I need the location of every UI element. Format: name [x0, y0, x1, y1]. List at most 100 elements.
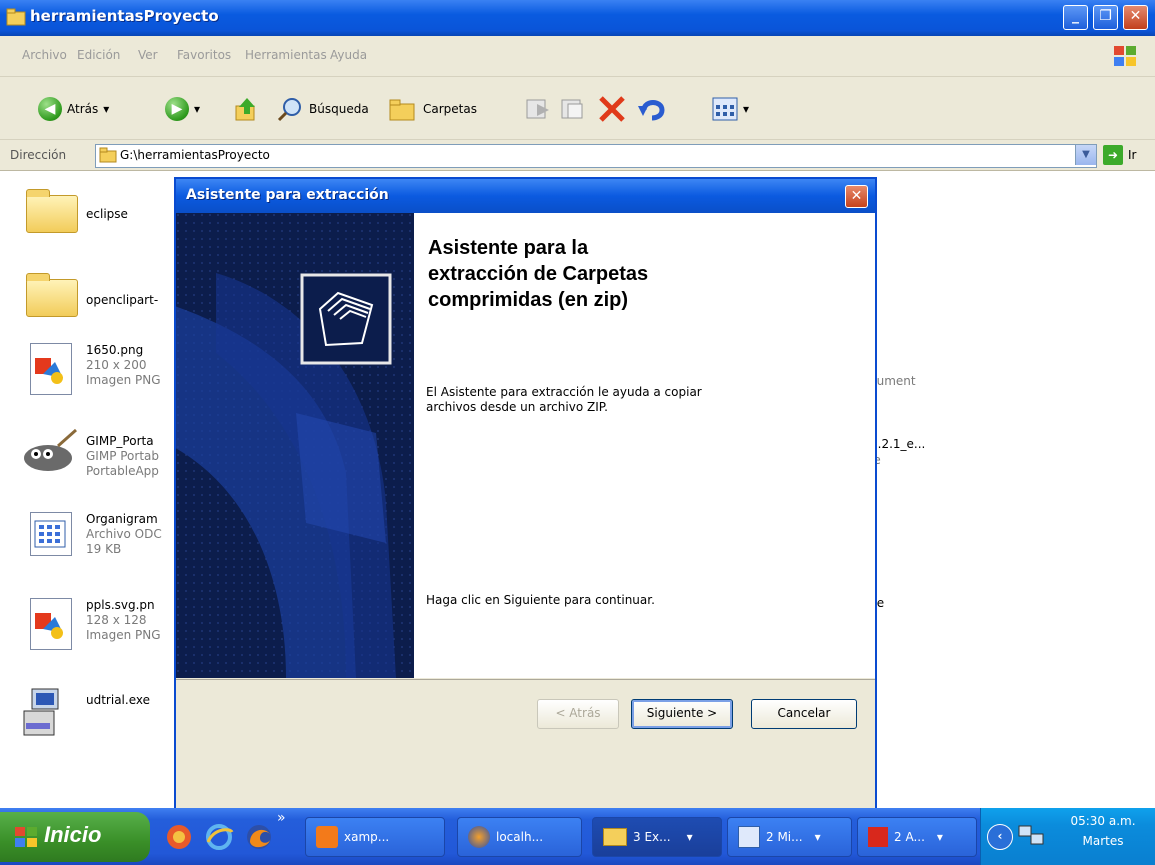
system-tray: ‹ 05:30 a.m. Martes [980, 808, 1155, 865]
address-input[interactable]: G:\herramientasProyecto ▼ [95, 144, 1097, 168]
file-dims: 210 x 200 [86, 358, 147, 372]
file-type: Imagen PNG [86, 628, 161, 642]
taskbar-item-label: 3 Ex... [633, 830, 671, 844]
dialog-title-bar[interactable]: Asistente para extracción ✕ [176, 179, 875, 213]
up-arrow-icon [235, 98, 255, 121]
start-label: Inicio [44, 822, 102, 847]
dialog-separator [176, 679, 875, 680]
clock-day: Martes [1082, 834, 1124, 848]
tray-expand-button[interactable]: ‹ [987, 824, 1013, 850]
menu-archivo[interactable]: Archivo [22, 48, 67, 62]
chevron-down-icon: ▾ [814, 830, 821, 844]
compressed-folder-icon [318, 291, 374, 347]
internet-explorer-icon[interactable] [204, 822, 234, 852]
file-name: GIMP_Porta [86, 434, 154, 448]
menu-favoritos[interactable]: Favoritos [177, 48, 231, 62]
search-button[interactable]: Búsqueda [276, 95, 369, 123]
chevron-down-icon: ▾ [194, 102, 201, 116]
taskbar-item-localhost[interactable]: localh... [457, 817, 582, 857]
file-type: Archivo ODC [86, 527, 162, 541]
firefox-icon[interactable] [244, 822, 274, 852]
dialog-title: Asistente para extracción [186, 187, 389, 203]
back-button[interactable]: ◀ Atrás ▾ [38, 95, 109, 123]
cancel-button[interactable]: Cancelar [751, 699, 857, 729]
taskbar-item-label: localh... [496, 830, 544, 844]
gimp-icon [18, 426, 78, 482]
menu-edicion[interactable]: Edición [77, 48, 120, 62]
maximize-button[interactable]: ❐ [1093, 5, 1118, 30]
windows-logo-icon [15, 827, 37, 847]
file-name: openclipart- [86, 293, 159, 307]
image-file-icon [18, 596, 78, 652]
up-folder-button[interactable] [233, 95, 259, 123]
taskbar-item-apps[interactable]: 2 A... ▾ [857, 817, 977, 857]
search-icon [277, 98, 301, 122]
back-button[interactable]: < Atrás [537, 699, 619, 729]
file-name: ppls.svg.pn [86, 598, 155, 612]
window-title-bar[interactable]: herramientasProyecto _ ❐ ✕ [0, 0, 1155, 36]
delete-button[interactable] [597, 95, 627, 123]
minimize-button[interactable]: _ [1063, 5, 1088, 30]
next-button[interactable]: Siguiente > [631, 699, 733, 729]
taskbar-item-explorer[interactable]: 3 Ex... ▾ [592, 817, 722, 857]
back-arrow-icon: ◀ [38, 97, 62, 121]
partial-file-text: 2.2.1_e... [870, 437, 926, 451]
taskbar-item-label: 2 A... [894, 830, 925, 844]
xampp-icon [316, 826, 338, 848]
wizard-continue-text: Haga clic en Siguiente para continuar. [426, 593, 655, 607]
wizard-heading: Asistente para la extracción de Carpetas… [428, 237, 649, 311]
chevron-down-icon: ▾ [103, 102, 110, 116]
menu-bar: Archivo Edición Ver Favoritos Herramient… [0, 36, 1155, 77]
back-label: Atrás [67, 102, 99, 116]
document-icon [738, 826, 760, 848]
forward-button[interactable]: ▶ ▾ [165, 95, 200, 123]
folder-icon [18, 183, 78, 239]
network-icon[interactable] [1017, 822, 1045, 850]
toolbar: ◀ Atrás ▾ ▶ ▾ Búsqueda Carpetas ▾ [0, 77, 1155, 140]
folder-icon [6, 8, 26, 26]
wizard-description: El Asistente para extracción le ayuda a … [426, 385, 702, 414]
taskbar-item-label: 2 Mi... [766, 830, 803, 844]
firefox-icon [468, 826, 490, 848]
address-dropdown[interactable]: ▼ [1075, 145, 1096, 165]
address-bar: Dirección G:\herramientasProyecto ▼ ➜ Ir [0, 140, 1155, 171]
folders-icon [389, 99, 415, 121]
quick-launch-chevron[interactable]: » [277, 810, 286, 826]
file-company: PortableApp [86, 464, 159, 478]
go-button[interactable]: ➜ Ir [1103, 145, 1136, 165]
app-icon [868, 827, 888, 847]
chevron-down-icon: ▾ [743, 102, 750, 116]
image-file-icon [18, 341, 78, 397]
undo-icon [638, 100, 665, 121]
close-button[interactable]: ✕ [1123, 5, 1148, 30]
quick-launch [164, 822, 274, 852]
clock-time: 05:30 a.m. [1070, 814, 1136, 828]
undo-button[interactable] [638, 95, 668, 123]
start-button[interactable]: Inicio [0, 812, 150, 862]
folder-icon [603, 828, 627, 846]
file-name: Organigram [86, 512, 158, 526]
taskbar-item-label: xamp... [344, 830, 390, 844]
copy-to-button[interactable] [560, 95, 586, 123]
dialog-close-button[interactable]: ✕ [845, 185, 868, 208]
views-button[interactable]: ▾ [712, 95, 749, 123]
move-to-button[interactable] [525, 95, 551, 123]
menu-ver[interactable]: Ver [138, 48, 158, 62]
file-desc: GIMP Portab [86, 449, 160, 463]
quick-launch-app-icon[interactable] [164, 822, 194, 852]
spreadsheet-file-icon [18, 506, 78, 562]
move-to-icon [526, 99, 549, 119]
menu-herramientas[interactable]: Herramientas [245, 48, 327, 62]
chevron-down-icon: ▾ [686, 830, 693, 844]
copy-to-icon [561, 99, 583, 119]
installer-icon [18, 683, 78, 739]
folders-button[interactable]: Carpetas [388, 95, 477, 123]
menu-ayuda[interactable]: Ayuda [330, 48, 367, 62]
taskbar-item-documents[interactable]: 2 Mi... ▾ [727, 817, 852, 857]
file-size: 19 KB [86, 542, 122, 556]
address-path: G:\herramientasProyecto [120, 148, 270, 162]
windows-logo-icon [1114, 46, 1136, 66]
folder-icon [99, 147, 117, 163]
taskbar-item-xampp[interactable]: xamp... [305, 817, 445, 857]
search-label: Búsqueda [309, 102, 369, 116]
